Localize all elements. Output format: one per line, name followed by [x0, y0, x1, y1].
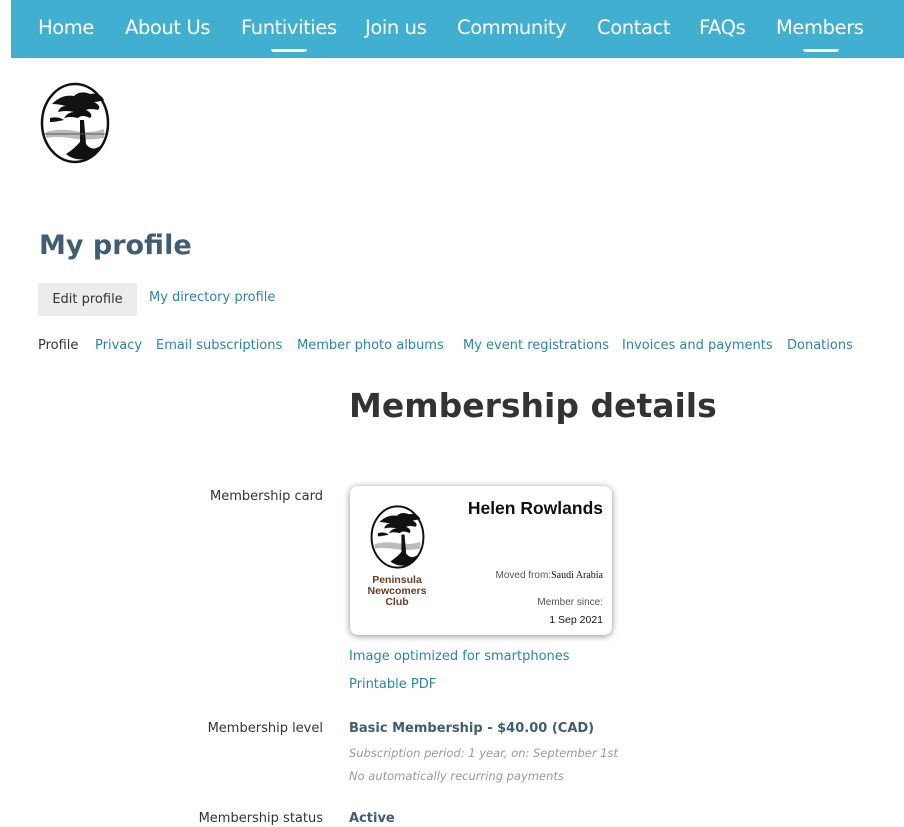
card-club-name: Peninsula Newcomers Club — [360, 575, 434, 608]
nav-members[interactable]: Members — [776, 16, 864, 40]
subscription-period-note: Subscription period: 1 year, on: Septemb… — [349, 746, 619, 760]
members-submenu-indicator-icon — [803, 49, 839, 52]
nav-community[interactable]: Community — [457, 16, 567, 40]
profile-nav-privacy[interactable]: Privacy — [95, 337, 142, 355]
nav-funtivities[interactable]: Funtivities — [241, 16, 337, 40]
printable-pdf-link[interactable]: Printable PDF — [349, 677, 436, 692]
profile-nav-profile: Profile — [38, 338, 79, 353]
nav-home[interactable]: Home — [38, 16, 94, 40]
card-tree-logo-icon — [370, 501, 425, 573]
tab-my-directory-profile[interactable]: My directory profile — [149, 283, 275, 313]
profile-nav-member-photo-albums[interactable]: Member photo albums — [297, 337, 444, 355]
card-moved-from: Moved from:Saudi Arabia — [495, 570, 603, 581]
nav-contact[interactable]: Contact — [597, 16, 670, 40]
recurring-payments-note: No automatically recurring payments — [349, 769, 564, 783]
membership-status-label: Membership status — [198, 811, 323, 826]
top-navigation: Home About Us Funtivities Join us Commun… — [11, 0, 904, 58]
profile-nav-my-event-registrations[interactable]: My event registrations — [463, 337, 609, 355]
membership-status-value: Active — [349, 811, 395, 826]
membership-level-value: Basic Membership - $40.00 (CAD) — [349, 721, 595, 736]
nav-join-us[interactable]: Join us — [365, 16, 427, 40]
profile-nav-invoices-and-payments[interactable]: Invoices and payments — [622, 337, 773, 355]
tree-logo-icon[interactable] — [40, 82, 110, 164]
nav-faqs[interactable]: FAQs — [699, 16, 746, 40]
card-member-since-label: Member since: — [537, 597, 603, 608]
membership-level-label: Membership level — [207, 721, 323, 736]
nav-about-us[interactable]: About Us — [125, 16, 210, 40]
smartphone-image-link[interactable]: Image optimized for smartphones — [349, 649, 570, 664]
card-member-since-value: 1 Sep 2021 — [549, 614, 603, 626]
card-moved-from-value: Saudi Arabia — [551, 570, 603, 581]
funtivities-submenu-indicator-icon — [271, 49, 307, 52]
card-member-name: Helen Rowlands — [467, 498, 603, 518]
profile-nav-email-subscriptions[interactable]: Email subscriptions — [156, 337, 282, 355]
tab-edit-profile[interactable]: Edit profile — [38, 283, 137, 316]
card-club-line3: Club — [385, 596, 409, 608]
card-moved-from-label: Moved from: — [495, 570, 552, 581]
section-title: Membership details — [349, 386, 717, 425]
membership-card: Peninsula Newcomers Club Helen Rowlands … — [350, 486, 612, 635]
page-title: My profile — [39, 230, 192, 261]
profile-nav-donations[interactable]: Donations — [787, 337, 853, 355]
membership-card-label: Membership card — [210, 489, 323, 504]
